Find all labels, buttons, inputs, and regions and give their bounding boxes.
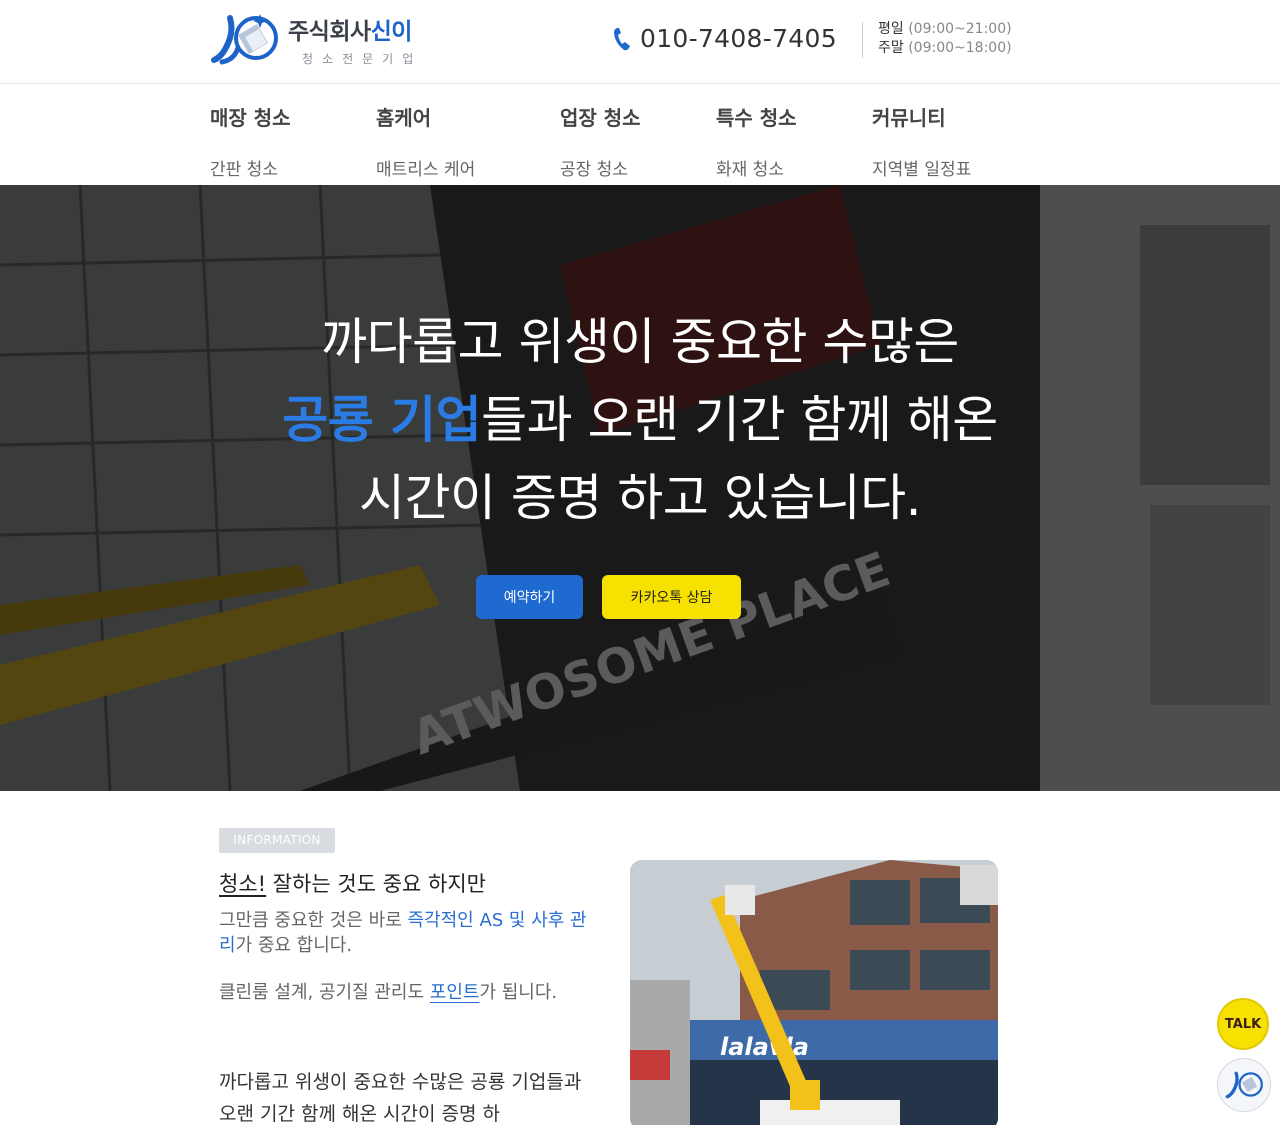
kakao-talk-floating-button[interactable]: TALK [1217,998,1269,1050]
hero-banner: ATWOSOME PLACE 까다롭고 위생이 중요한 수많은 공룡 기업들과 … [0,185,1280,791]
hours-divider [862,22,863,58]
nav-item-workplace-cleaning[interactable]: 업장 청소 [560,102,641,131]
main-navigation: 매장 청소 간판 청소 홈케어 매트리스 케어 업장 청소 공장 청소 특수 청… [0,84,1280,185]
nav-item-homecare[interactable]: 홈케어 [376,102,431,131]
hero-line-3: 시간이 증명 하고 있습니다. [358,469,922,527]
building-photo-image: lalavla [630,860,998,1125]
nav-sub-regional-schedule[interactable]: 지역별 일정표 [872,155,971,180]
reserve-button[interactable]: 예약하기 [476,575,583,619]
info-title: 청소! 잘하는 것도 중요 하지만 [219,872,486,896]
nav-sub-fire-cleaning[interactable]: 화재 청소 [716,155,784,180]
phone-link[interactable]: 010-7408-7405 [612,24,837,53]
site-header: 주식회사신이 청소전문기업 010-7408-7405 평일 (09:00~21… [0,0,1280,84]
info-paragraph-1: 그만큼 중요한 것은 바로 즉각적인 AS 및 사후 관리가 중요 합니다. [219,910,587,956]
hero-headline: 까다롭고 위생이 중요한 수많은 공룡 기업들과 오랜 기간 함께 해온 시간이… [0,303,1280,537]
nav-sub-factory-cleaning[interactable]: 공장 청소 [560,155,628,180]
business-hours: 평일 (09:00~21:00) 주말 (09:00~18:00) [878,21,1012,56]
nav-item-store-cleaning[interactable]: 매장 청소 [210,102,291,131]
logo-tagline: 청소전문기업 [302,51,423,66]
nav-item-community[interactable]: 커뮤니티 [872,102,946,131]
info-paragraph-3: 까다롭고 위생이 중요한 수많은 공룡 기업들과 오랜 기간 함께 해온 시간이… [219,1071,582,1125]
information-badge: INFORMATION [219,828,335,853]
company-logo[interactable]: 주식회사신이 청소전문기업 [208,8,422,70]
nav-item-special-cleaning[interactable]: 특수 청소 [716,102,797,131]
phone-number: 010-7408-7405 [640,24,837,53]
kakao-consult-button[interactable]: 카카오톡 상담 [602,575,741,619]
talk-label: TALK [1224,1016,1262,1032]
hero-line-2: 공룡 기업들과 오랜 기간 함께 해온 [282,391,998,449]
sign-cleaning-photo: lalavla [630,860,998,1125]
nav-sub-sign-cleaning[interactable]: 간판 청소 [210,155,278,180]
logo-mark-icon [211,14,278,65]
company-logo-floating-button[interactable] [1217,1058,1271,1112]
svg-text:lalavla: lalavla [720,1033,809,1061]
hero-line-1: 까다롭고 위생이 중요한 수많은 [321,313,959,371]
logo-title: 주식회사신이 [288,18,412,45]
nav-sub-mattress-care[interactable]: 매트리스 케어 [376,155,475,180]
logo-mark-icon [1225,1071,1263,1099]
info-paragraph-2: 클린룸 설계, 공기질 관리도 포인트가 됩니다. [219,982,558,1003]
phone-icon [614,27,630,50]
